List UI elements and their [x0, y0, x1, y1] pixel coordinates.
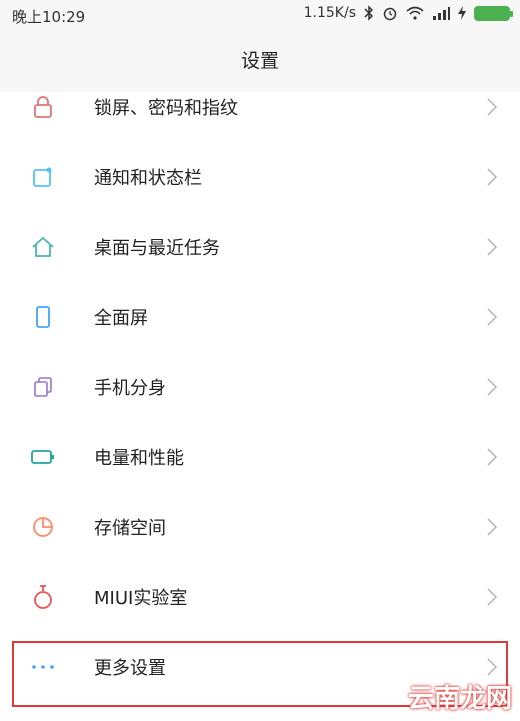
settings-item-clone[interactable]: 手机分身 — [0, 352, 520, 422]
pie-chart-icon — [30, 514, 56, 540]
flask-icon — [30, 584, 56, 610]
settings-item-label: 电量和性能 — [94, 448, 184, 469]
battery-icon — [474, 5, 513, 21]
network-speed: 1.15K/s — [303, 5, 356, 21]
settings-list: 锁屏、密码和指纹 通知和状态栏 桌面与最近任务 全面屏 手机分身 电量和性能 存… — [0, 72, 520, 702]
notification-icon — [30, 164, 56, 190]
charging-icon — [458, 6, 466, 20]
settings-item-fullscreen[interactable]: 全面屏 — [0, 282, 520, 352]
settings-item-label: MIUI实验室 — [94, 588, 188, 609]
page-title: 设置 — [240, 50, 279, 72]
chevron-right-icon — [487, 588, 498, 606]
bluetooth-icon — [364, 5, 374, 21]
settings-item-label: 通知和状态栏 — [94, 168, 202, 189]
settings-item-label: 桌面与最近任务 — [94, 238, 220, 259]
phone-icon — [30, 304, 56, 330]
status-time: 晚上10:29 — [12, 8, 86, 26]
chevron-right-icon — [487, 308, 498, 326]
settings-item-home[interactable]: 桌面与最近任务 — [0, 212, 520, 282]
status-bar: 晚上10:29 1.15K/s — [0, 0, 520, 30]
settings-item-lock[interactable]: 锁屏、密码和指纹 — [0, 72, 520, 142]
chevron-right-icon — [487, 378, 498, 396]
lock-icon — [30, 94, 56, 120]
settings-item-label: 存储空间 — [94, 518, 166, 539]
chevron-right-icon — [487, 168, 498, 186]
chevron-right-icon — [487, 238, 498, 256]
settings-item-storage[interactable]: 存储空间 — [0, 492, 520, 562]
clone-icon — [30, 374, 56, 400]
settings-item-label: 锁屏、密码和指纹 — [94, 98, 238, 119]
settings-item-label: 全面屏 — [94, 308, 148, 329]
settings-item-battery[interactable]: 电量和性能 — [0, 422, 520, 492]
alarm-icon — [383, 7, 397, 21]
signal-icon — [433, 7, 450, 20]
status-icons: 1.15K/s — [303, 5, 513, 21]
settings-item-miui-lab[interactable]: MIUI实验室 — [0, 562, 520, 632]
chevron-right-icon — [487, 98, 498, 116]
chevron-right-icon — [487, 518, 498, 536]
battery-outline-icon — [30, 444, 56, 470]
settings-item-label: 手机分身 — [94, 378, 166, 399]
home-icon — [30, 234, 56, 260]
settings-item-notifications[interactable]: 通知和状态栏 — [0, 142, 520, 212]
watermark: 云南龙网 — [407, 684, 512, 714]
wifi-icon — [406, 6, 424, 20]
chevron-right-icon — [487, 448, 498, 466]
